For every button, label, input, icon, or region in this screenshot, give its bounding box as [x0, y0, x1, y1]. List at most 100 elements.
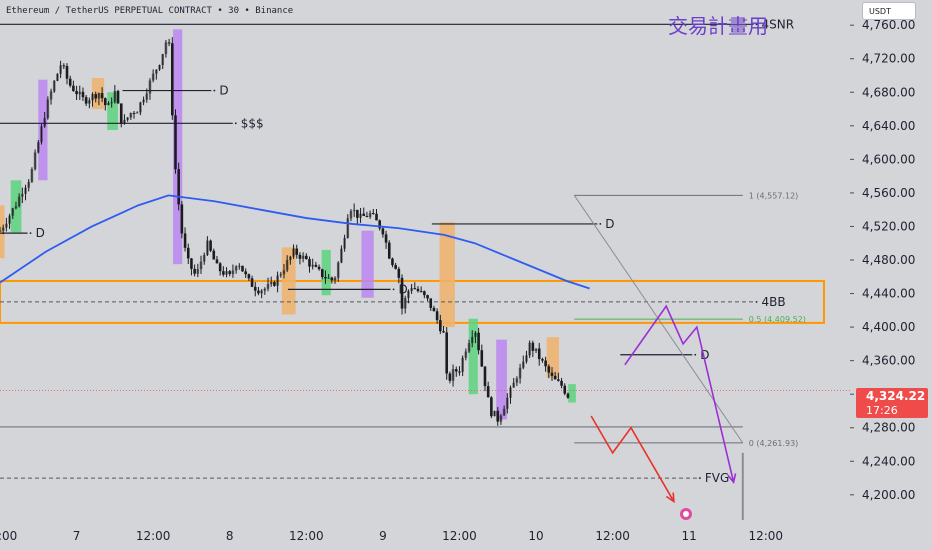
- candle-body: [512, 382, 516, 388]
- candle-body: [340, 248, 343, 263]
- chart-stage: 4SNRD$$$DDDD4BBFVG1 (4,557.12)0.5 (4,409…: [0, 0, 932, 550]
- candle-body: [502, 408, 506, 416]
- price-chart[interactable]: 4SNRD$$$DDDD4BBFVG1 (4,557.12)0.5 (4,409…: [0, 0, 932, 550]
- time-tick-label: 12:00: [595, 529, 630, 543]
- candle-body: [531, 342, 535, 351]
- time-tick-label: 12:00: [442, 529, 477, 543]
- zone-box: [38, 79, 48, 181]
- currency-selector[interactable]: USDT: [862, 2, 916, 20]
- candle-body: [474, 332, 477, 337]
- price-tick-label: 4,480.00: [862, 253, 915, 267]
- candle-body: [59, 65, 62, 74]
- candle-body: [75, 90, 78, 95]
- candle-body: [49, 91, 53, 100]
- candle-body: [400, 277, 404, 309]
- candle-body: [123, 119, 126, 124]
- candle-body: [215, 259, 219, 264]
- candle-body: [180, 204, 184, 234]
- candle-body: [250, 278, 254, 287]
- price-tick-label: 4,360.00: [862, 354, 915, 368]
- candle-body: [94, 94, 98, 99]
- candle-body: [336, 262, 340, 278]
- candle-body: [333, 277, 337, 281]
- candle-body: [225, 271, 228, 275]
- candle-body: [78, 91, 82, 95]
- candle-body: [263, 288, 267, 291]
- candle-body: [467, 343, 471, 352]
- candle-body: [206, 240, 209, 255]
- time-tick-label: 9: [379, 529, 387, 543]
- candle-body: [218, 263, 222, 272]
- time-tick-label: 10: [528, 529, 543, 543]
- candle-body: [359, 213, 362, 218]
- candle-body: [260, 290, 263, 294]
- candle-body: [534, 348, 538, 351]
- candle-body: [142, 99, 145, 103]
- candle-body: [426, 295, 429, 299]
- candle-body: [81, 91, 85, 98]
- candle-body: [46, 99, 50, 119]
- candle-body: [384, 234, 388, 243]
- candle-body: [196, 269, 200, 274]
- candle-body: [247, 274, 251, 279]
- candle-body: [190, 258, 193, 269]
- fib-level-label: 0.5 (4,409.52): [749, 315, 806, 324]
- candle-body: [282, 270, 286, 275]
- price-tick-label: 4,520.00: [862, 219, 915, 233]
- candle-body: [36, 142, 40, 153]
- candle-body: [126, 117, 129, 120]
- zone-box: [107, 92, 118, 130]
- candle-body: [40, 126, 43, 143]
- level-dot: [392, 288, 395, 291]
- candle-body: [174, 115, 177, 170]
- candle-body: [72, 85, 75, 91]
- candle-body: [493, 410, 496, 417]
- candle-body: [295, 248, 299, 255]
- time-tick-label: 12:00: [289, 529, 324, 543]
- candle-body: [276, 275, 279, 286]
- candle-body: [362, 213, 366, 216]
- candle-body: [292, 248, 295, 257]
- candle-body: [490, 397, 493, 417]
- candle-body: [56, 73, 59, 81]
- candle-body: [518, 367, 522, 379]
- candle-body: [113, 90, 117, 103]
- candle-body: [439, 320, 442, 332]
- candle-body: [11, 208, 15, 216]
- candle-body: [129, 112, 133, 118]
- candle-body: [135, 112, 139, 114]
- candle-body: [228, 271, 232, 275]
- last-price-value: 4,324.22: [866, 389, 926, 403]
- price-tick-label: 4,400.00: [862, 320, 915, 334]
- chart-background: [0, 0, 932, 550]
- level-dot: [213, 89, 216, 92]
- time-tick-label: 7: [73, 529, 81, 543]
- candle-body: [544, 360, 547, 367]
- symbol-header: Ethereum / TetherUS PERPETUAL CONTRACT •…: [6, 6, 294, 16]
- level-label: 4BB: [762, 295, 786, 309]
- level-dot: [29, 232, 32, 235]
- candle-body: [193, 268, 196, 274]
- candle-body: [27, 181, 31, 188]
- candle-body: [88, 100, 91, 104]
- candle-body: [65, 66, 69, 79]
- candle-body: [164, 42, 168, 55]
- candle-body: [387, 242, 391, 259]
- candle-body: [368, 212, 372, 217]
- candle-body: [30, 169, 34, 182]
- candle-body: [397, 268, 401, 278]
- candle-body: [352, 209, 356, 212]
- candle-body: [298, 254, 302, 259]
- candle-body: [0, 230, 2, 232]
- candle-body: [480, 350, 484, 367]
- candle-body: [448, 373, 452, 381]
- candle-body: [525, 355, 528, 362]
- candle-body: [499, 415, 503, 422]
- plan-title: 交易計畫用: [668, 14, 768, 38]
- level-label: FVG: [705, 471, 729, 485]
- candle-body: [158, 65, 161, 70]
- time-tick-label: 12:00: [0, 529, 17, 543]
- candle-body: [553, 375, 557, 380]
- candle-body: [317, 266, 321, 270]
- candle-body: [413, 288, 417, 290]
